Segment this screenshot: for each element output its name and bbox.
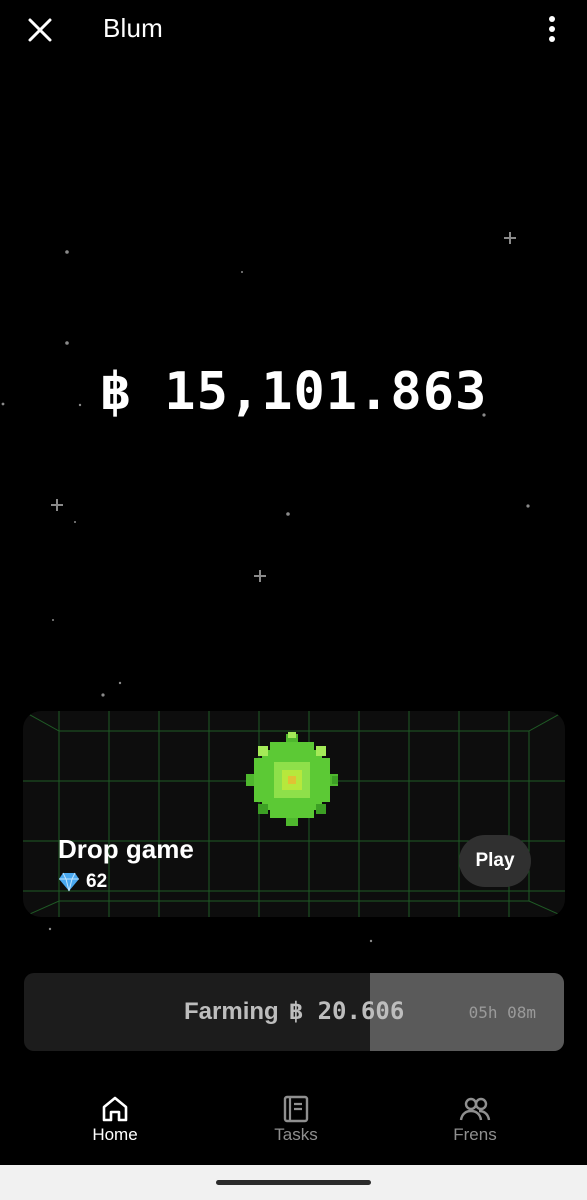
farming-label: Farming [184, 998, 279, 1025]
diamond-icon [59, 872, 79, 892]
drop-game-count: 62 [86, 871, 108, 892]
nav-label-frens: Frens [453, 1125, 497, 1144]
nav-item-tasks[interactable]: Tasks [241, 1095, 351, 1145]
top-bar: Blum [0, 0, 587, 58]
tasks-icon [283, 1095, 309, 1123]
more-options-button[interactable] [540, 14, 564, 44]
close-icon [28, 18, 52, 42]
nav-item-frens[interactable]: Frens [420, 1095, 530, 1145]
play-button[interactable]: Play [459, 835, 531, 887]
nav-label-home: Home [92, 1125, 138, 1144]
farming-progress-button[interactable]: Farming ฿ 20.606 05h 08m [24, 973, 564, 1051]
close-button[interactable] [24, 14, 56, 46]
more-vertical-icon [549, 16, 555, 42]
app-title: Blum [103, 13, 164, 43]
farming-amount: ฿ 20.606 [288, 997, 405, 1025]
drop-game-title: Drop game [58, 834, 194, 864]
drop-game-passes: 62 [58, 871, 107, 893]
balance-amount: ฿ 15,101.863 [99, 362, 488, 422]
system-gesture-area [0, 1165, 587, 1200]
home-gesture-handle[interactable] [216, 1180, 371, 1185]
frens-icon [459, 1097, 491, 1121]
farming-status: Farming ฿ 20.606 [184, 997, 404, 1026]
farming-time-left: 05h 08m [468, 1003, 536, 1022]
bottom-navigation: Home Tasks Frens [0, 1085, 587, 1165]
nav-label-tasks: Tasks [274, 1125, 318, 1144]
home-icon [102, 1096, 128, 1122]
nav-item-home[interactable]: Home [60, 1095, 170, 1145]
clover-icon [246, 732, 338, 826]
